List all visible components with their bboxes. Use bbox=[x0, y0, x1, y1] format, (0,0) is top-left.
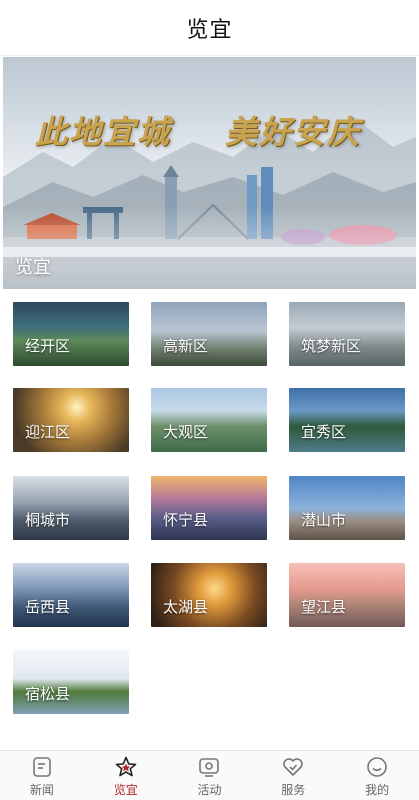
district-label: 筑梦新区 bbox=[301, 337, 362, 355]
banner-illustration bbox=[3, 57, 416, 289]
district-tile[interactable]: 桐城市 bbox=[13, 476, 129, 540]
district-label: 太湖县 bbox=[163, 598, 209, 616]
district-label: 怀宁县 bbox=[163, 511, 209, 529]
district-tile[interactable]: 宜秀区 bbox=[289, 388, 405, 452]
district-label: 大观区 bbox=[163, 423, 209, 441]
activity-icon bbox=[199, 758, 220, 777]
district-photo bbox=[151, 476, 267, 540]
district-photo bbox=[289, 563, 405, 627]
district-photo bbox=[13, 302, 129, 366]
district-photo bbox=[289, 302, 405, 366]
tab-label: 活动 bbox=[197, 783, 222, 797]
district-tile[interactable]: 宿松县 bbox=[13, 650, 129, 714]
district-label: 迎江区 bbox=[25, 423, 71, 441]
district-photo bbox=[13, 650, 129, 714]
district-photo bbox=[289, 388, 405, 452]
news-icon bbox=[33, 757, 51, 777]
bottom-tab-bar: 新闻 览宜 活动 服务 我的 bbox=[0, 750, 419, 800]
district-label: 高新区 bbox=[163, 337, 209, 355]
district-photo bbox=[13, 476, 129, 540]
district-photo bbox=[151, 302, 267, 366]
district-photo bbox=[13, 563, 129, 627]
app-header: 览宜 bbox=[0, 0, 419, 56]
tab-service[interactable]: 服务 bbox=[251, 751, 335, 800]
district-label: 经开区 bbox=[25, 337, 71, 355]
district-tile[interactable]: 太湖县 bbox=[151, 563, 267, 627]
tab-label: 览宜 bbox=[113, 783, 138, 797]
smile-profile-icon bbox=[367, 757, 387, 777]
district-tile[interactable]: 望江县 bbox=[289, 563, 405, 627]
tab-news[interactable]: 新闻 bbox=[0, 751, 84, 800]
banner-label: 览宜 bbox=[15, 257, 51, 278]
banner-slogan-left: 此地宜城 bbox=[35, 113, 172, 151]
tab-browse[interactable]: 览宜 bbox=[84, 751, 168, 800]
tab-activity[interactable]: 活动 bbox=[168, 751, 252, 800]
district-tile[interactable]: 筑梦新区 bbox=[289, 302, 405, 366]
district-label: 望江县 bbox=[301, 598, 347, 616]
tab-label: 服务 bbox=[281, 783, 306, 797]
district-label: 潜山市 bbox=[301, 511, 347, 529]
district-label: 宜秀区 bbox=[301, 423, 347, 441]
banner-slogan-right: 美好安庆 bbox=[225, 113, 362, 151]
district-tile[interactable]: 岳西县 bbox=[13, 563, 129, 627]
tab-label: 新闻 bbox=[29, 783, 54, 797]
district-tile[interactable]: 大观区 bbox=[151, 388, 267, 452]
hero-banner[interactable]: 此地宜城 美好安庆 览宜 bbox=[3, 57, 416, 289]
district-label: 岳西县 bbox=[25, 598, 71, 616]
district-photo bbox=[13, 388, 129, 452]
heart-service-icon bbox=[283, 758, 304, 776]
district-tile[interactable]: 迎江区 bbox=[13, 388, 129, 452]
district-photo bbox=[151, 388, 267, 452]
district-tile[interactable]: 高新区 bbox=[151, 302, 267, 366]
district-photo bbox=[151, 563, 267, 627]
district-tile[interactable]: 潜山市 bbox=[289, 476, 405, 540]
star-icon bbox=[115, 756, 136, 777]
district-label: 桐城市 bbox=[25, 511, 71, 529]
district-tile[interactable]: 经开区 bbox=[13, 302, 129, 366]
district-photo bbox=[289, 476, 405, 540]
district-label: 宿松县 bbox=[25, 685, 71, 703]
tab-label: 我的 bbox=[365, 783, 390, 797]
page-title: 览宜 bbox=[186, 17, 233, 43]
tab-profile[interactable]: 我的 bbox=[335, 751, 419, 800]
district-tile[interactable]: 怀宁县 bbox=[151, 476, 267, 540]
